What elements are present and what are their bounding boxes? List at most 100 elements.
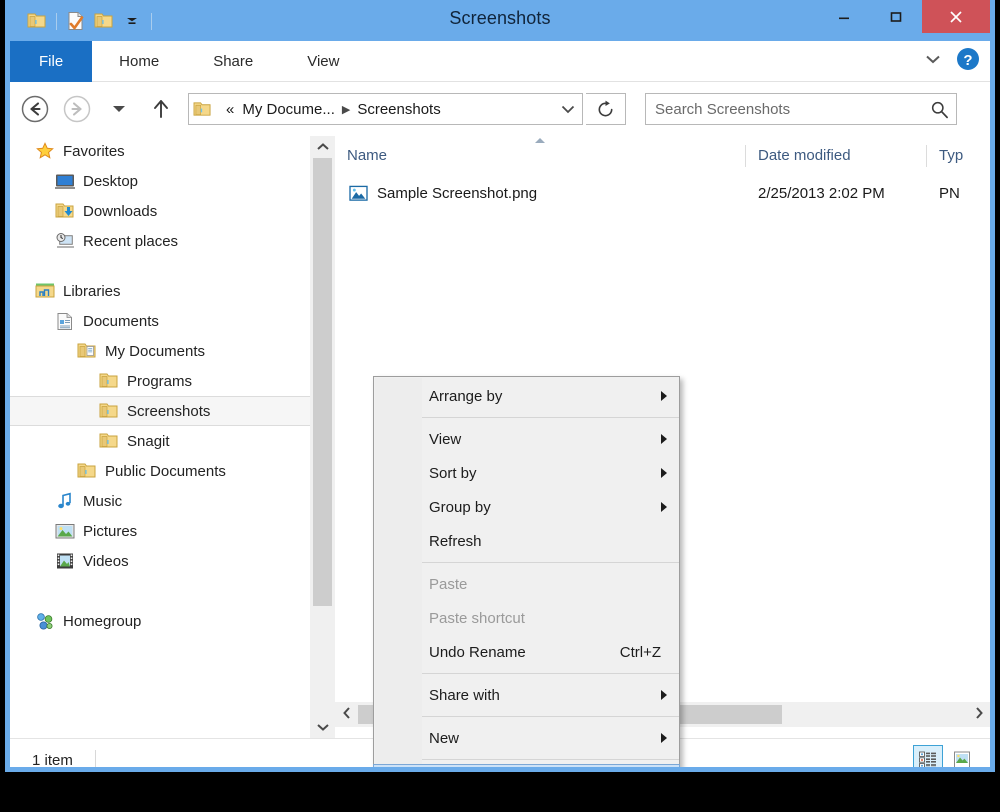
sidebar-item-snagit[interactable]: Snagit	[10, 426, 310, 456]
menu-item-new[interactable]: New	[374, 721, 679, 755]
sidebar-item-label: Screenshots	[127, 402, 211, 420]
column-header-label: Date modified	[758, 147, 851, 164]
chevron-down-icon[interactable]	[554, 94, 582, 124]
ribbon-tabs: File Home Share View	[10, 41, 990, 82]
explorer-window: Screenshots File Home Share View ? « My …	[5, 0, 995, 772]
menu-item-shortcut: Ctrl+Z	[619, 643, 661, 661]
sidebar-item-label: My Documents	[105, 342, 206, 360]
scrollbar-thumb[interactable]	[313, 158, 332, 606]
column-header-label: Typ	[939, 147, 964, 164]
menu-item-view[interactable]: View	[374, 422, 679, 456]
menu-item-label: Undo Rename	[429, 643, 526, 661]
search-input[interactable]: Search Screenshots	[645, 93, 957, 125]
menu-item-label: Sort by	[429, 464, 477, 482]
folder-icon	[98, 401, 120, 421]
column-headers: Name Date modified Typ	[335, 136, 990, 176]
desktop-icon	[54, 171, 76, 191]
menu-item-arrange-by[interactable]: Arrange by	[374, 379, 679, 413]
menu-separator-2	[422, 562, 679, 563]
menu-separator-4	[422, 716, 679, 717]
sidebar-item-label: Libraries	[63, 282, 121, 300]
menu-item-share-with[interactable]: Share with	[374, 678, 679, 712]
details-view-button[interactable]	[913, 745, 943, 767]
folder-icon	[76, 461, 98, 481]
menu-item-paste: Paste	[374, 567, 679, 601]
menu-item-label: Group by	[429, 498, 491, 516]
sidebar-item-favorites[interactable]: Favorites	[10, 136, 310, 166]
menu-item-paste-shortcut: Paste shortcut	[374, 601, 679, 635]
search-icon[interactable]	[922, 100, 956, 119]
file-rows: Sample Screenshot.png 2/25/2013 2:02 PM …	[335, 176, 990, 210]
sidebar-item-label: Documents	[83, 312, 159, 330]
sidebar-item-documents[interactable]: Documents	[10, 306, 310, 336]
sidebar-item-libraries[interactable]: Libraries	[10, 276, 310, 306]
sidebar-item-screenshots[interactable]: Screenshots	[10, 396, 310, 426]
context-menu[interactable]: Arrange by View Sort by Group by Refresh	[373, 376, 680, 767]
menu-separator-5	[422, 759, 679, 760]
sidebar-item-downloads[interactable]: Downloads	[10, 196, 310, 226]
tab-share[interactable]: Share	[186, 41, 280, 82]
chevron-right-icon[interactable]	[967, 706, 990, 723]
chevron-down-icon[interactable]	[310, 716, 335, 738]
breadcrumb-item-my-documents[interactable]: My Docume...	[238, 101, 339, 118]
sidebar-item-public-documents[interactable]: Public Documents	[10, 456, 310, 486]
column-header-date-modified[interactable]: Date modified	[746, 136, 926, 176]
chevron-right-icon	[661, 733, 667, 743]
breadcrumb-overflow[interactable]: «	[222, 101, 238, 118]
navigation-pane: Favorites Desktop Downloads Recent place…	[10, 136, 310, 738]
sidebar-item-recent-places[interactable]: Recent places	[10, 226, 310, 256]
menu-item-label: Refresh	[429, 532, 482, 550]
breadcrumb-separator[interactable]: ▶	[339, 103, 353, 116]
libraries-icon	[34, 281, 56, 301]
menu-item-group-by[interactable]: Group by	[374, 490, 679, 524]
minimize-icon[interactable]	[818, 0, 870, 33]
column-header-type[interactable]: Typ	[927, 136, 987, 176]
sidebar-item-videos[interactable]: Videos	[10, 546, 310, 576]
sidebar-item-music[interactable]: Music	[10, 486, 310, 516]
back-arrow-icon[interactable]	[18, 92, 52, 126]
window-controls	[818, 0, 990, 33]
address-bar[interactable]: « My Docume... ▶ Screenshots	[188, 93, 583, 125]
menu-item-label: Share with	[429, 686, 500, 704]
sidebar-group-spacer-2	[10, 576, 310, 606]
sidebar-item-label: Snagit	[127, 432, 170, 450]
up-arrow-icon[interactable]	[144, 92, 178, 126]
navigation-pane-scrollbar[interactable]	[310, 136, 335, 738]
downloads-folder-icon	[54, 201, 76, 221]
sidebar-item-label: Programs	[127, 372, 193, 390]
close-icon[interactable]	[922, 0, 990, 33]
large-icons-view-button[interactable]	[947, 745, 977, 767]
sidebar-item-homegroup[interactable]: Homegroup	[10, 606, 310, 636]
item-count-label: 1 item	[32, 752, 73, 769]
maximize-icon[interactable]	[870, 0, 922, 33]
menu-item-label: View	[429, 430, 462, 448]
chevron-left-icon[interactable]	[335, 706, 358, 723]
folder-icon	[98, 431, 120, 451]
chevron-down-icon[interactable]	[924, 52, 942, 71]
refresh-icon[interactable]	[586, 93, 626, 125]
ribbon-right-controls: ?	[924, 41, 980, 82]
tab-view[interactable]: View	[280, 41, 366, 82]
help-icon[interactable]: ?	[956, 47, 980, 76]
sidebar-item-pictures[interactable]: Pictures	[10, 516, 310, 546]
breadcrumb-item-screenshots[interactable]: Screenshots	[353, 101, 444, 118]
sidebar-item-my-documents[interactable]: My Documents	[10, 336, 310, 366]
folder-icon	[189, 101, 215, 118]
svg-text:?: ?	[963, 52, 972, 69]
menu-item-undo-rename[interactable]: Undo Rename Ctrl+Z	[374, 635, 679, 669]
tab-file[interactable]: File	[10, 41, 93, 82]
status-divider	[94, 749, 96, 767]
star-icon	[34, 141, 56, 161]
sidebar-item-label: Desktop	[83, 172, 139, 190]
menu-item-properties[interactable]: Properties	[373, 764, 680, 767]
forward-arrow-icon[interactable]	[60, 92, 94, 126]
sidebar-item-desktop[interactable]: Desktop	[10, 166, 310, 196]
chevron-up-icon[interactable]	[310, 136, 335, 158]
column-header-name[interactable]: Name	[335, 136, 745, 176]
menu-item-refresh[interactable]: Refresh	[374, 524, 679, 558]
menu-item-sort-by[interactable]: Sort by	[374, 456, 679, 490]
sidebar-item-programs[interactable]: Programs	[10, 366, 310, 396]
table-row[interactable]: Sample Screenshot.png 2/25/2013 2:02 PM …	[335, 176, 990, 210]
recent-locations-chevron-down-icon[interactable]	[102, 92, 136, 126]
tab-home[interactable]: Home	[92, 41, 186, 82]
